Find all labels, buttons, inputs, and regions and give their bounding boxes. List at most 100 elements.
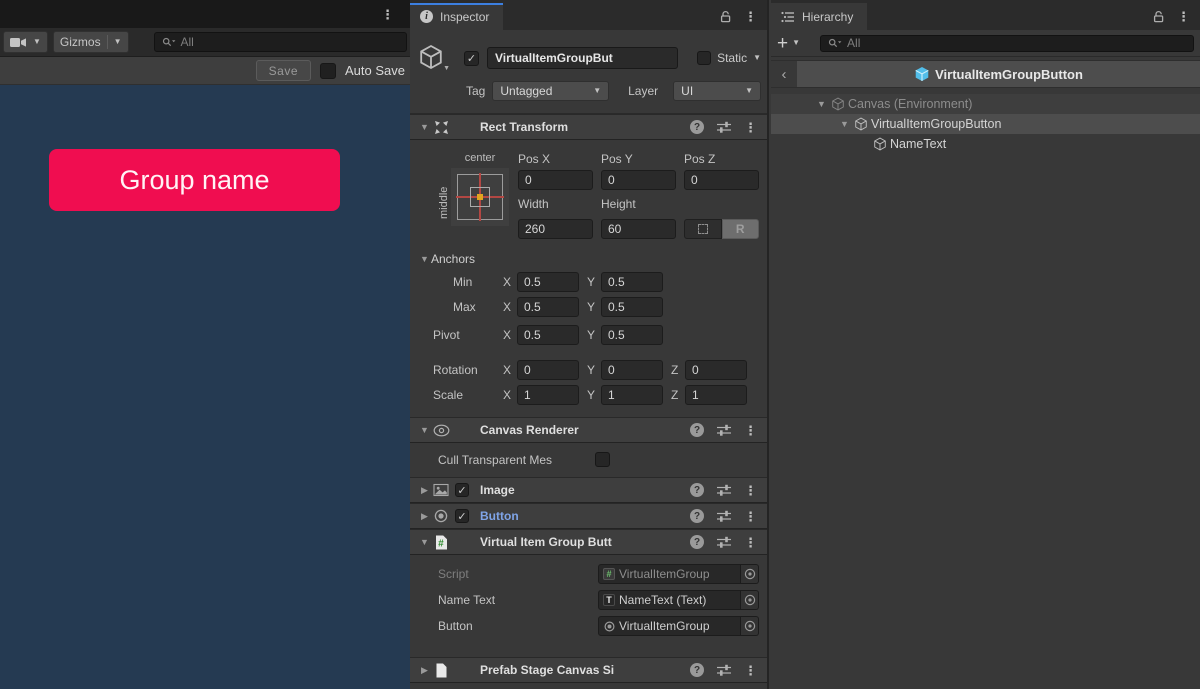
tree-row-name-text[interactable]: NameText: [771, 134, 1200, 154]
presets-icon[interactable]: [717, 121, 731, 133]
static-dropdown-caret[interactable]: ▼: [753, 54, 761, 62]
presets-icon[interactable]: [717, 664, 731, 676]
camera-icon: [10, 37, 27, 48]
scale-x-field[interactable]: 1: [517, 385, 579, 405]
foldout-closed-icon[interactable]: ▶: [418, 485, 431, 496]
pos-z-field[interactable]: 0: [684, 170, 759, 190]
help-icon[interactable]: ?: [690, 535, 704, 549]
button-enabled-checkbox[interactable]: ✓: [455, 509, 469, 523]
pos-x-field[interactable]: 0: [518, 170, 593, 190]
canvas-renderer-header[interactable]: ▼ Canvas Renderer ? ⋮: [410, 417, 767, 443]
component-title: Button: [480, 509, 519, 523]
foldout-open-icon[interactable]: ▼: [838, 119, 851, 129]
component-menu-icon[interactable]: ⋮: [744, 484, 757, 497]
help-icon[interactable]: ?: [690, 120, 704, 134]
pivot-x-field[interactable]: 0.5: [517, 325, 579, 345]
camera-view-button[interactable]: ▼: [3, 31, 48, 53]
blueprint-icon: [698, 224, 708, 234]
rotation-y-field[interactable]: 0: [601, 360, 663, 380]
rect-transform-header[interactable]: ▼ Rect Transform ? ⋮: [410, 114, 767, 140]
pivot-label: Pivot: [433, 328, 503, 342]
component-menu-icon[interactable]: ⋮: [744, 536, 757, 549]
component-menu-icon[interactable]: ⋮: [744, 121, 757, 134]
foldout-open-icon[interactable]: ▼: [418, 122, 431, 132]
tree-row-canvas-environment[interactable]: ▼ Canvas (Environment): [771, 94, 1200, 114]
group-name-ui-button[interactable]: Group name: [49, 149, 340, 211]
button-component-header[interactable]: ▶ ✓ Button ? ⋮: [410, 503, 767, 529]
object-picker-button[interactable]: [741, 590, 759, 610]
anchor-preset-widget[interactable]: [451, 168, 509, 226]
rotation-x-field[interactable]: 0: [517, 360, 579, 380]
scene-canvas[interactable]: Group name: [0, 85, 410, 689]
scale-z-field[interactable]: 1: [685, 385, 747, 405]
button-object-field[interactable]: VirtualItemGroup: [598, 616, 741, 636]
foldout-closed-icon[interactable]: ▶: [418, 511, 431, 522]
static-checkbox[interactable]: [697, 51, 711, 65]
anchors-max-y-field[interactable]: 0.5: [601, 297, 663, 317]
scale-y-field[interactable]: 1: [601, 385, 663, 405]
unlock-icon[interactable]: [719, 10, 732, 23]
script-component-header[interactable]: ▼ # Virtual Item Group Butt ? ⋮: [410, 529, 767, 555]
rect-transform-icon: [431, 120, 451, 135]
blueprint-mode-button[interactable]: [684, 219, 722, 239]
anchors-min-x-field[interactable]: 0.5: [517, 272, 579, 292]
help-icon[interactable]: ?: [690, 663, 704, 677]
unlock-icon[interactable]: [1152, 10, 1165, 23]
tab-inspector[interactable]: i Inspector: [410, 3, 503, 30]
save-button[interactable]: Save: [256, 60, 311, 81]
help-icon[interactable]: ?: [690, 423, 704, 437]
tree-row-virtual-item-group-button[interactable]: ▼ VirtualItemGroupButton: [771, 114, 1200, 134]
presets-icon[interactable]: [717, 484, 731, 496]
presets-icon[interactable]: [717, 424, 731, 436]
prefab-stage-header[interactable]: ▶ Prefab Stage Canvas Si ? ⋮: [410, 657, 767, 683]
image-enabled-checkbox[interactable]: ✓: [455, 483, 469, 497]
raw-edit-mode-button[interactable]: R: [722, 219, 760, 239]
pos-y-field[interactable]: 0: [601, 170, 676, 190]
component-menu-icon[interactable]: ⋮: [744, 510, 757, 523]
gameobject-name-field[interactable]: VirtualItemGroupBut: [487, 47, 678, 69]
auto-save-checkbox[interactable]: [320, 63, 336, 79]
presets-icon[interactable]: [717, 510, 731, 522]
object-picker-button[interactable]: [741, 564, 759, 584]
scale-row: Scale X 1 Y 1 Z 1: [418, 385, 759, 405]
help-icon[interactable]: ?: [690, 509, 704, 523]
inspector-menu-icon[interactable]: ⋮: [744, 10, 757, 23]
help-icon[interactable]: ?: [690, 483, 704, 497]
height-field[interactable]: 60: [601, 219, 676, 239]
foldout-open-icon[interactable]: ▼: [418, 425, 431, 435]
prefab-back-button[interactable]: ‹: [771, 61, 797, 87]
layer-dropdown[interactable]: UI ▼: [673, 81, 761, 101]
scene-search-input[interactable]: All: [154, 32, 407, 52]
tag-dropdown[interactable]: Untagged ▼: [492, 81, 609, 101]
checkmark: ✓: [457, 484, 466, 497]
hierarchy-list-icon: [781, 11, 795, 23]
presets-icon[interactable]: [717, 536, 731, 548]
rotation-z-field[interactable]: 0: [685, 360, 747, 380]
gizmos-button[interactable]: Gizmos ▼: [53, 31, 129, 53]
foldout-open-icon[interactable]: ▼: [418, 537, 431, 547]
object-picker-button[interactable]: [741, 616, 759, 636]
hierarchy-search-input[interactable]: All: [820, 35, 1194, 52]
tab-hierarchy[interactable]: Hierarchy: [771, 3, 867, 30]
anchors-min-y-field[interactable]: 0.5: [601, 272, 663, 292]
pivot-y-field[interactable]: 0.5: [601, 325, 663, 345]
cull-transparent-mesh-checkbox[interactable]: [595, 452, 610, 467]
script-object-field[interactable]: # VirtualItemGroup: [598, 564, 741, 584]
image-component-header[interactable]: ▶ ✓ Image ? ⋮: [410, 477, 767, 503]
component-menu-icon[interactable]: ⋮: [744, 664, 757, 677]
anchors-foldout[interactable]: ▼ Anchors: [418, 251, 759, 267]
canvas-renderer-icon: [431, 424, 451, 437]
anchors-max-x-field[interactable]: 0.5: [517, 297, 579, 317]
button-property-row: Button VirtualItemGroup: [438, 616, 759, 636]
foldout-open-icon[interactable]: ▼: [815, 99, 828, 109]
width-field[interactable]: 260: [518, 219, 593, 239]
gameobject-active-checkbox[interactable]: ✓: [464, 51, 479, 66]
name-text-object-field[interactable]: T NameText (Text): [598, 590, 741, 610]
overlay-menu-icon[interactable]: ⋮: [381, 8, 394, 21]
component-menu-icon[interactable]: ⋮: [744, 424, 757, 437]
create-object-button[interactable]: + ▼: [777, 34, 800, 53]
picker-icon: [744, 568, 756, 580]
hierarchy-menu-icon[interactable]: ⋮: [1177, 10, 1190, 23]
gameobject-icon-button[interactable]: ▼: [418, 44, 452, 72]
foldout-closed-icon[interactable]: ▶: [418, 665, 431, 676]
